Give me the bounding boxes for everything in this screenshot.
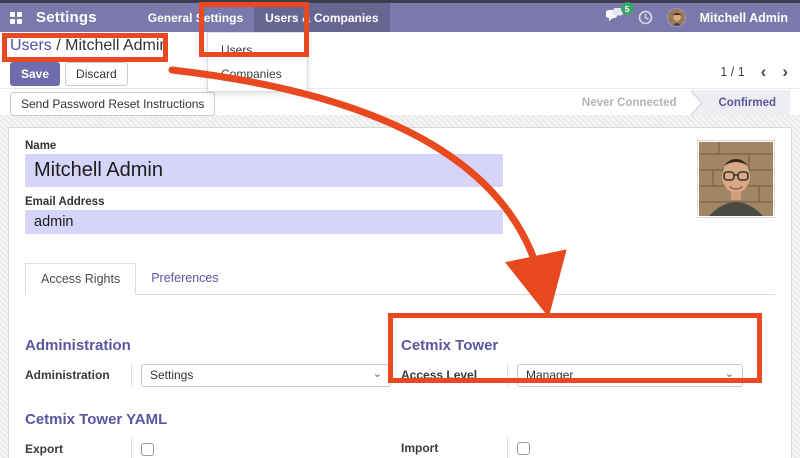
topbar: Settings General Settings Users & Compan… [0, 0, 800, 32]
status-confirmed[interactable]: Confirmed [705, 90, 791, 115]
control-panel: Users / Mitchell Admin Save Discard 1 / … [0, 32, 800, 115]
topbar-right: 5 Mitchell Admin [606, 8, 800, 27]
chevron-down-icon: ⌄ [373, 367, 382, 380]
app-title: Settings [36, 9, 97, 26]
menu-users-companies[interactable]: Users & Companies [254, 3, 389, 32]
section-cetmix-tower: Cetmix Tower Access Level Manager ⌄ [401, 337, 775, 387]
users-companies-dropdown: Users Companies [207, 32, 308, 92]
messages-icon[interactable]: 5 [606, 8, 624, 27]
section-administration: Administration Administration Settings ⌄ [25, 337, 391, 387]
import-row: Import [401, 411, 775, 458]
topbar-menus: General Settings Users & Companies [137, 3, 390, 32]
apps-grid-icon[interactable] [10, 12, 22, 24]
form-buttons: Save Discard [10, 62, 128, 86]
pager-value: 1 / 1 [720, 65, 744, 79]
discard-button[interactable]: Discard [65, 62, 128, 86]
save-button[interactable]: Save [10, 62, 60, 86]
activity-clock-icon[interactable] [638, 10, 653, 25]
pager-next-icon[interactable]: › [782, 66, 788, 78]
breadcrumb-users-link[interactable]: Users [10, 37, 52, 54]
breadcrumb-current: Mitchell Admin [65, 37, 168, 54]
cetmix-tower-title: Cetmix Tower [401, 337, 775, 354]
statusbar-arrow-separator [691, 90, 705, 115]
dropdown-item-companies[interactable]: Companies [208, 62, 307, 86]
user-menu[interactable]: Mitchell Admin [700, 11, 788, 25]
tab-preferences[interactable]: Preferences [136, 263, 233, 294]
administration-title: Administration [25, 337, 391, 354]
statusbar: Never Connected Confirmed [568, 90, 790, 115]
breadcrumb: Users / Mitchell Admin [10, 37, 168, 55]
access-level-label: Access Level [401, 363, 507, 387]
pager: 1 / 1 ‹ › [720, 65, 788, 79]
name-input[interactable] [25, 154, 503, 187]
chevron-down-icon: ⌄ [725, 367, 734, 380]
send-password-reset-button[interactable]: Send Password Reset Instructions [10, 92, 215, 116]
control-panel-divider [0, 88, 800, 89]
messages-badge: 5 [621, 2, 634, 15]
import-checkbox[interactable] [517, 442, 530, 455]
status-never-connected[interactable]: Never Connected [568, 90, 691, 115]
user-avatar-photo[interactable] [697, 140, 775, 218]
menu-general-settings[interactable]: General Settings [137, 3, 254, 32]
email-input[interactable] [25, 210, 503, 234]
import-label: Import [401, 436, 507, 458]
page-background: Name Email Address [0, 115, 800, 458]
tab-access-rights[interactable]: Access Rights [25, 263, 136, 295]
email-label: Email Address [25, 196, 775, 208]
user-avatar-small[interactable] [667, 8, 686, 27]
notebook-tabs: Access Rights Preferences [25, 263, 775, 295]
cetmix-yaml-title: Cetmix Tower YAML [25, 411, 391, 428]
form-sheet: Name Email Address [8, 127, 792, 458]
pager-prev-icon[interactable]: ‹ [761, 66, 767, 78]
breadcrumb-separator: / [56, 37, 60, 54]
dropdown-item-users[interactable]: Users [208, 38, 307, 62]
export-checkbox[interactable] [141, 443, 154, 456]
administration-select[interactable]: Settings ⌄ [141, 364, 391, 387]
section-cetmix-tower-yaml: Cetmix Tower YAML Export [25, 411, 391, 458]
administration-field-label: Administration [25, 363, 131, 387]
access-level-select[interactable]: Manager ⌄ [517, 364, 743, 387]
export-label: Export [25, 437, 131, 458]
name-label: Name [25, 140, 775, 152]
